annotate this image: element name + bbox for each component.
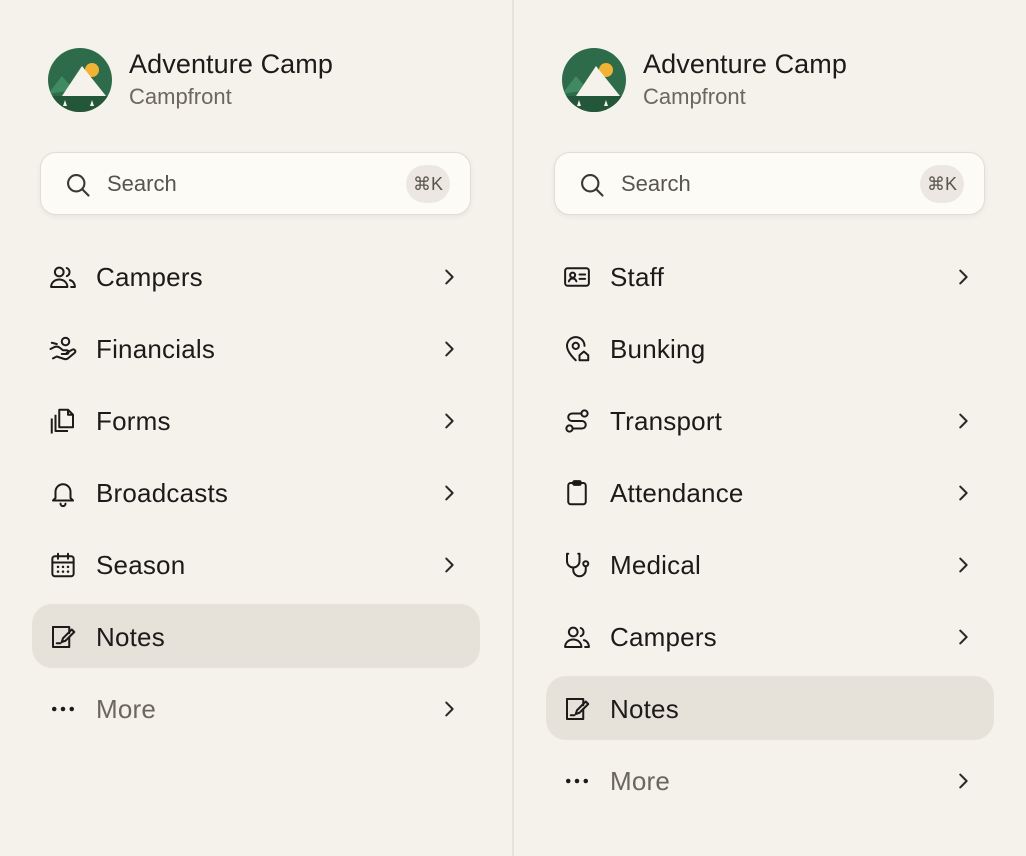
- search-label: Search: [107, 171, 177, 196]
- nav-item-label: More: [96, 694, 157, 724]
- nav-item-label: Bunking: [610, 334, 706, 364]
- nav-item-more[interactable]: More: [32, 676, 480, 740]
- nav-item-label: Campers: [610, 622, 717, 652]
- nav-item-label: More: [610, 766, 671, 796]
- brand-subtitle: Campfront: [129, 84, 232, 109]
- nav-item-label: Transport: [610, 406, 723, 436]
- sidebar-left: Adventure Camp Campfront Search ⌘K Campe…: [0, 0, 512, 856]
- nav-list: Staff Bunking Transport Attendance Medic…: [546, 244, 994, 820]
- chevron-right-icon: [952, 266, 974, 288]
- brand-title: Adventure Camp: [129, 49, 334, 79]
- location-home-icon: [562, 334, 592, 364]
- nav-item-label: Season: [96, 550, 186, 580]
- hand-coins-icon: [48, 334, 78, 364]
- nav-item-notes[interactable]: Notes: [546, 676, 994, 740]
- nav-item-transport[interactable]: Transport: [546, 388, 994, 452]
- nav-item-label: Forms: [96, 406, 171, 436]
- note-edit-icon: [48, 622, 78, 652]
- camp-logo: [48, 48, 112, 112]
- note-edit-icon: [562, 694, 592, 724]
- chevron-right-icon: [952, 482, 974, 504]
- search-icon: [64, 171, 92, 199]
- nav-item-label: Medical: [610, 550, 701, 580]
- chevron-right-icon: [952, 554, 974, 576]
- nav-item-campers[interactable]: Campers: [546, 604, 994, 668]
- nav-item-label: Broadcasts: [96, 478, 229, 508]
- search-box[interactable]: Search ⌘K: [40, 152, 471, 215]
- nav-list: Campers Financials Forms Broadcasts Seas…: [32, 244, 480, 748]
- nav-item-broadcasts[interactable]: Broadcasts: [32, 460, 480, 524]
- chevron-right-icon: [438, 338, 460, 360]
- nav-item-label: Staff: [610, 262, 665, 292]
- search-label: Search: [621, 171, 691, 196]
- chevron-right-icon: [438, 698, 460, 720]
- chevron-right-icon: [438, 266, 460, 288]
- chevron-right-icon: [438, 482, 460, 504]
- search-icon: [578, 171, 606, 199]
- brand-title: Adventure Camp: [643, 49, 848, 79]
- nav-item-label: Campers: [96, 262, 203, 292]
- nav-item-bunking[interactable]: Bunking: [546, 316, 994, 380]
- clipboard-icon: [562, 478, 592, 508]
- nav-item-campers[interactable]: Campers: [32, 244, 480, 308]
- nav-item-label: Notes: [610, 694, 679, 724]
- users-icon: [48, 262, 78, 292]
- sidebar-right: Adventure Camp Campfront Search ⌘K Staff…: [514, 0, 1026, 856]
- nav-item-label: Notes: [96, 622, 165, 652]
- chevron-right-icon: [952, 770, 974, 792]
- brand-subtitle: Campfront: [643, 84, 746, 109]
- ellipsis-icon: [562, 766, 592, 796]
- nav-item-forms[interactable]: Forms: [32, 388, 480, 452]
- nav-item-notes[interactable]: Notes: [32, 604, 480, 668]
- nav-item-attendance[interactable]: Attendance: [546, 460, 994, 524]
- nav-item-staff[interactable]: Staff: [546, 244, 994, 308]
- nav-item-more[interactable]: More: [546, 748, 994, 812]
- nav-item-label: Financials: [96, 334, 216, 364]
- shortcut-badge: ⌘K: [406, 165, 450, 203]
- shortcut-badge: ⌘K: [920, 165, 964, 203]
- route-icon: [562, 406, 592, 436]
- bell-icon: [48, 478, 78, 508]
- brand-header[interactable]: Adventure Camp Campfront: [562, 48, 847, 112]
- search-box[interactable]: Search ⌘K: [554, 152, 985, 215]
- chevron-right-icon: [952, 410, 974, 432]
- nav-item-financials[interactable]: Financials: [32, 316, 480, 380]
- brand-header[interactable]: Adventure Camp Campfront: [48, 48, 333, 112]
- chevron-right-icon: [438, 410, 460, 432]
- documents-icon: [48, 406, 78, 436]
- stethoscope-icon: [562, 550, 592, 580]
- nav-item-season[interactable]: Season: [32, 532, 480, 596]
- chevron-right-icon: [438, 554, 460, 576]
- nav-item-label: Attendance: [610, 478, 744, 508]
- camp-logo: [562, 48, 626, 112]
- nav-item-medical[interactable]: Medical: [546, 532, 994, 596]
- calendar-icon: [48, 550, 78, 580]
- users-icon: [562, 622, 592, 652]
- id-card-icon: [562, 262, 592, 292]
- ellipsis-icon: [48, 694, 78, 724]
- chevron-right-icon: [952, 626, 974, 648]
